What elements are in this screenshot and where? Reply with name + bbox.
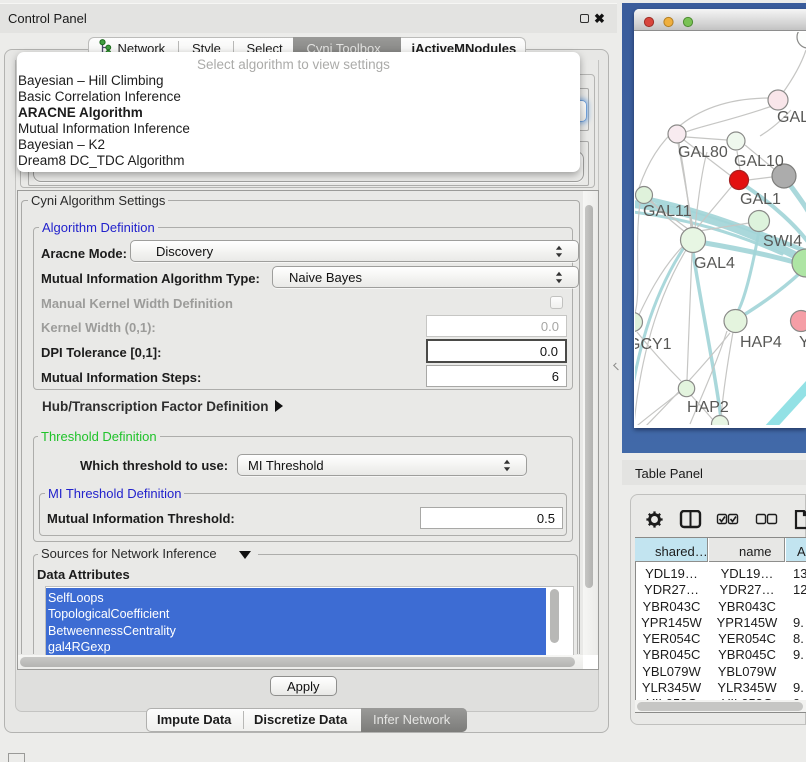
svg-text:GCY1: GCY1 xyxy=(635,336,672,353)
svg-text:GAL1: GAL1 xyxy=(740,191,781,208)
svg-text:Y: Y xyxy=(799,334,806,351)
svg-text:GAL11: GAL11 xyxy=(643,203,692,220)
svg-text:HAP2: HAP2 xyxy=(687,399,729,416)
svg-text:GAL80: GAL80 xyxy=(678,144,728,161)
svg-text:GAL10: GAL10 xyxy=(734,153,784,170)
svg-text:GAL: GAL xyxy=(777,109,806,126)
svg-text:SWI4: SWI4 xyxy=(763,233,802,250)
svg-text:HAP4: HAP4 xyxy=(740,334,782,351)
svg-text:GAL4: GAL4 xyxy=(694,255,735,272)
